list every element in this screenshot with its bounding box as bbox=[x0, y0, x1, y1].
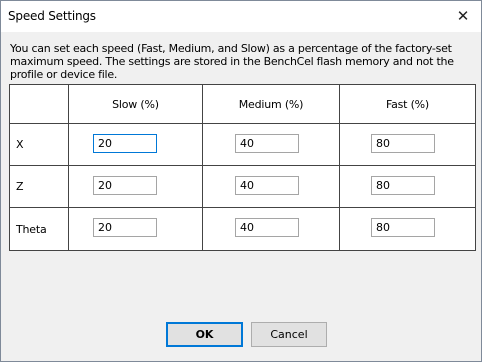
row-label-x: X bbox=[9, 123, 69, 166]
close-icon[interactable]: ✕ bbox=[445, 1, 481, 32]
header-slow: Slow (%) bbox=[68, 84, 203, 124]
table-header-row: Slow (%) Medium (%) Fast (%) bbox=[9, 84, 476, 124]
speed-table: Slow (%) Medium (%) Fast (%) X Z bbox=[9, 84, 476, 251]
ok-button[interactable]: OK bbox=[166, 322, 243, 347]
cancel-button[interactable]: Cancel bbox=[251, 322, 327, 347]
table-row: Theta bbox=[9, 207, 476, 251]
header-fast: Fast (%) bbox=[339, 84, 476, 124]
x-medium-input[interactable] bbox=[235, 134, 299, 153]
title-bar: Speed Settings ✕ bbox=[1, 1, 481, 32]
dialog-title: Speed Settings bbox=[8, 9, 96, 23]
z-fast-input[interactable] bbox=[371, 176, 435, 195]
row-label-z: Z bbox=[9, 165, 69, 208]
table-row: X bbox=[9, 123, 476, 166]
header-empty bbox=[9, 84, 69, 124]
z-medium-input[interactable] bbox=[235, 176, 299, 195]
speed-settings-dialog: Speed Settings ✕ You can set each speed … bbox=[0, 0, 482, 362]
theta-medium-input[interactable] bbox=[235, 218, 299, 237]
row-label-theta: Theta bbox=[9, 207, 69, 251]
theta-fast-input[interactable] bbox=[371, 218, 435, 237]
x-fast-input[interactable] bbox=[371, 134, 435, 153]
z-slow-input[interactable] bbox=[93, 176, 157, 195]
theta-slow-input[interactable] bbox=[93, 218, 157, 237]
description-text: You can set each speed (Fast, Medium, an… bbox=[10, 42, 454, 81]
table-row: Z bbox=[9, 165, 476, 208]
x-slow-input[interactable] bbox=[93, 134, 157, 153]
header-medium: Medium (%) bbox=[202, 84, 340, 124]
